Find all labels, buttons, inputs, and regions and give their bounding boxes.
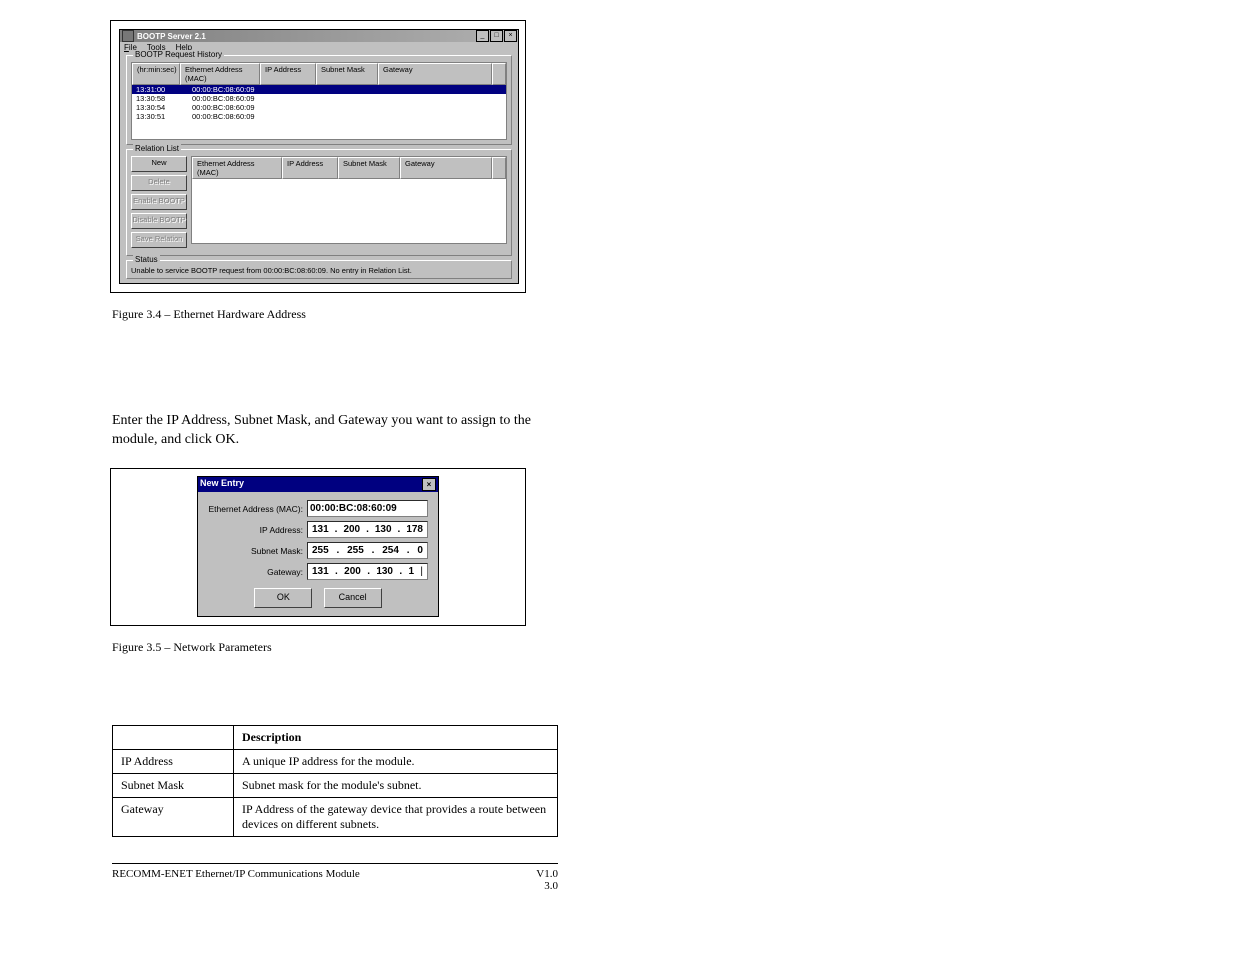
page-footer-2: 3.0 <box>112 880 558 892</box>
minimize-button[interactable]: _ <box>476 30 489 42</box>
maximize-button[interactable]: □ <box>490 30 503 42</box>
figure-caption-2: Figure 3.5 – Network Parameters <box>112 640 730 655</box>
scrollbar-top[interactable] <box>492 63 506 85</box>
mac-label: Ethernet Address (MAC): <box>208 504 307 514</box>
instruction-paragraph: Enter the IP Address, Subnet Mask, and G… <box>112 412 532 450</box>
col-ip: IP Address <box>260 63 316 85</box>
cancel-button[interactable]: Cancel <box>324 588 382 608</box>
col-mac: Ethernet Address (MAC) <box>180 63 260 85</box>
table-row: Gateway IP Address of the gateway device… <box>113 797 558 836</box>
gateway-input[interactable]: 131. 200. 130. 1| <box>307 563 428 580</box>
bootp-history-group: BOOTP Request History (hr:min:sec) Ether… <box>126 55 512 145</box>
history-row[interactable]: 13:31:00 00:00:BC:08:60:09 <box>132 85 506 94</box>
footer-rule <box>112 863 558 864</box>
status-group: Status Unable to service BOOTP request f… <box>126 260 512 279</box>
history-header: (hr:min:sec) Ethernet Address (MAC) IP A… <box>132 63 506 85</box>
ip-label: IP Address: <box>208 525 307 535</box>
history-list[interactable]: (hr:min:sec) Ethernet Address (MAC) IP A… <box>131 62 507 140</box>
figure-bootp-window: BOOTP Server 2.1 _ □ × File Tools Help B… <box>110 20 526 293</box>
dialog-close-button[interactable]: × <box>422 478 436 491</box>
parameter-table: Description IP Address A unique IP addre… <box>112 725 558 837</box>
subnet-label: Subnet Mask: <box>208 546 307 556</box>
col-gateway: Gateway <box>378 63 492 85</box>
system-icon <box>122 30 134 42</box>
table-row: Subnet Mask Subnet mask for the module's… <box>113 773 558 797</box>
footer-left: RECOMM-ENET Ethernet/IP Communications M… <box>112 868 360 880</box>
scrollbar-top[interactable] <box>492 157 506 179</box>
footer-right: V1.0 <box>536 868 558 880</box>
history-row[interactable]: 13:30:54 00:00:BC:08:60:09 <box>132 103 506 112</box>
enable-bootp-button[interactable]: Enable BOOTP <box>131 194 187 210</box>
col-time: (hr:min:sec) <box>132 63 180 85</box>
relation-list-group: Relation List New Delete Enable BOOTP Di… <box>126 149 512 256</box>
history-row[interactable]: 13:30:51 00:00:BC:08:60:09 <box>132 112 506 121</box>
dialog-title-bar: New Entry × <box>198 477 438 492</box>
disable-bootp-button[interactable]: Disable BOOTP <box>131 213 187 229</box>
bootp-history-label: BOOTP Request History <box>133 50 224 59</box>
title-bar: BOOTP Server 2.1 _ □ × <box>120 30 518 42</box>
close-button[interactable]: × <box>504 30 517 42</box>
relation-list-label: Relation List <box>133 144 181 153</box>
save-relation-button[interactable]: Save Relation <box>131 232 187 248</box>
history-row[interactable]: 13:30:58 00:00:BC:08:60:09 <box>132 94 506 103</box>
status-label: Status <box>133 255 160 264</box>
figure-new-entry-dialog: New Entry × Ethernet Address (MAC): 00:0… <box>110 468 526 626</box>
page-footer: RECOMM-ENET Ethernet/IP Communications M… <box>112 868 558 880</box>
col-subnet: Subnet Mask <box>316 63 378 85</box>
delete-button[interactable]: Delete <box>131 175 187 191</box>
new-entry-dialog: New Entry × Ethernet Address (MAC): 00:0… <box>197 476 439 617</box>
figure-caption-1: Figure 3.4 – Ethernet Hardware Address <box>112 307 730 322</box>
relation-buttons: New Delete Enable BOOTP Disable BOOTP Sa… <box>131 156 187 251</box>
dialog-title: New Entry <box>200 478 244 491</box>
mac-input[interactable]: 00:00:BC:08:60:09 <box>307 500 428 517</box>
table-row: IP Address A unique IP address for the m… <box>113 749 558 773</box>
bootp-server-window: BOOTP Server 2.1 _ □ × File Tools Help B… <box>119 29 519 284</box>
ip-input[interactable]: 131. 200. 130. 178 <box>307 521 428 538</box>
footer-section: 3.0 <box>544 880 558 892</box>
relation-list[interactable]: Ethernet Address (MAC) IP Address Subnet… <box>191 156 507 244</box>
subnet-input[interactable]: 255. 255. 254. 0 <box>307 542 428 559</box>
new-button[interactable]: New <box>131 156 187 172</box>
table-header-description: Description <box>234 725 558 749</box>
gateway-label: Gateway: <box>208 567 307 577</box>
status-message: Unable to service BOOTP request from 00:… <box>131 266 507 275</box>
window-title: BOOTP Server 2.1 <box>137 32 206 41</box>
ok-button[interactable]: OK <box>254 588 312 608</box>
table-header-blank <box>113 725 234 749</box>
